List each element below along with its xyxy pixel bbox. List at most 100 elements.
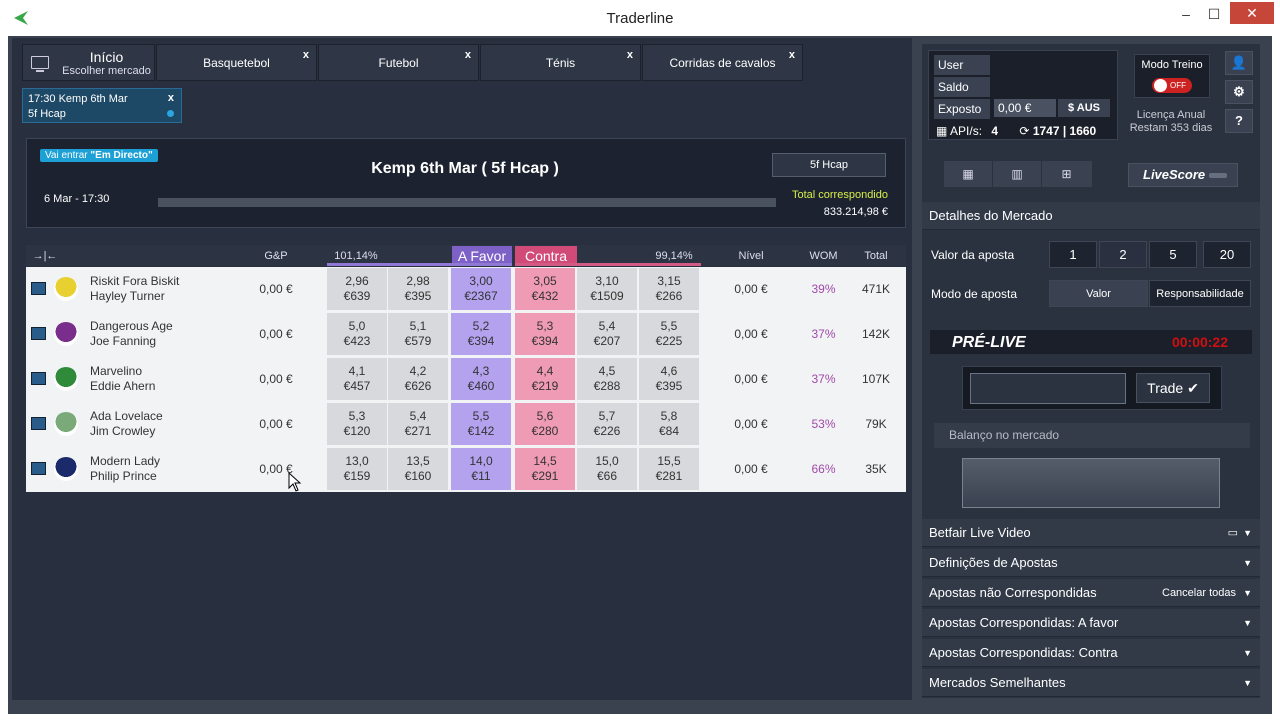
back-price-cell[interactable]: 5,0 €423 xyxy=(327,313,387,355)
tab-close-button[interactable]: x xyxy=(789,49,795,61)
runner-name[interactable]: Marvelino xyxy=(90,364,142,378)
trade-button[interactable]: Trade ✔ xyxy=(1136,373,1210,403)
back-price-cell[interactable]: 2,98 €395 xyxy=(388,268,448,310)
back-price-cell[interactable]: 2,96 €639 xyxy=(327,268,387,310)
back-price-cell[interactable]: 14,0 €11 xyxy=(451,448,511,490)
columns-view-icon[interactable]: ▥ xyxy=(993,161,1042,187)
runner-name[interactable]: Dangerous Age xyxy=(90,319,173,333)
chart-icon[interactable] xyxy=(31,282,46,295)
lay-price-cell[interactable]: 5,5 €225 xyxy=(639,313,699,355)
back-price-cell[interactable]: 5,4 €271 xyxy=(388,403,448,445)
close-window-button[interactable]: ✕ xyxy=(1230,2,1274,24)
market-select-button[interactable]: 5f Hcap xyxy=(772,153,886,177)
livescore-toggle[interactable]: LiveScore xyxy=(1128,163,1238,187)
lay-price-cell[interactable]: 14,5 €291 xyxy=(515,448,575,490)
section-unmatched-bets[interactable]: Apostas não Correspondidas Cancelar todas… xyxy=(922,579,1260,607)
tab-close-button[interactable]: x xyxy=(465,49,471,61)
tab-futebol[interactable]: Futebol x xyxy=(318,44,479,81)
section-similar-markets[interactable]: Mercados Semelhantes ▼ xyxy=(922,669,1260,697)
back-price-cell[interactable]: 5,3 €120 xyxy=(327,403,387,445)
stake-button-5[interactable]: 5 xyxy=(1149,241,1197,268)
lay-price-cell[interactable]: 3,10 €1509 xyxy=(577,268,637,310)
back-price-cell[interactable]: 5,1 €579 xyxy=(388,313,448,355)
volume: €159 xyxy=(343,469,371,483)
grid-view-icon[interactable]: ▦ xyxy=(944,161,993,187)
api-icon: ▦ xyxy=(936,124,948,138)
chip-close-button[interactable]: x xyxy=(168,92,174,104)
lay-price-cell[interactable]: 5,4 €207 xyxy=(577,313,637,355)
tab-close-button[interactable]: x xyxy=(303,49,309,61)
tab-corridas-de-cavalos[interactable]: Corridas de cavalos x xyxy=(642,44,803,81)
back-price-cell[interactable]: 5,2 €394 xyxy=(451,313,511,355)
odds: 5,8 xyxy=(660,409,678,423)
lay-price-cell[interactable]: 15,0 €66 xyxy=(577,448,637,490)
back-price-cell[interactable]: 4,3 €460 xyxy=(451,358,511,400)
user-switch-icon[interactable]: 👤 xyxy=(1225,51,1253,75)
section-matched-back[interactable]: Apostas Correspondidas: A favor ▼ xyxy=(922,609,1260,637)
section-matched-lay[interactable]: Apostas Correspondidas: Contra ▼ xyxy=(922,639,1260,667)
back-price-cell[interactable]: 3,00 €2367 xyxy=(451,268,511,310)
cancel-all-button[interactable]: Cancelar todas xyxy=(1162,579,1236,607)
odds: 4,4 xyxy=(536,364,554,378)
runner-name[interactable]: Riskit Fora Biskit xyxy=(90,274,179,288)
training-mode-toggle[interactable]: OFF xyxy=(1152,78,1192,93)
mode-responsabilidade-button[interactable]: Responsabilidade xyxy=(1149,280,1251,307)
lay-price-cell[interactable]: 15,5 €281 xyxy=(639,448,699,490)
stake-button-2[interactable]: 2 xyxy=(1099,241,1147,268)
odds: 5,3 xyxy=(536,319,554,333)
back-price-cell[interactable]: 13,5 €160 xyxy=(388,448,448,490)
lay-price-cell[interactable]: 5,8 €84 xyxy=(639,403,699,445)
profit-loss: 0,00 € xyxy=(259,417,293,431)
chart-icon[interactable] xyxy=(31,417,46,430)
section-live-video[interactable]: Betfair Live Video ▭ ▼ xyxy=(922,519,1260,547)
refresh-icon: ⟳ xyxy=(1019,124,1030,138)
jockey-name: Joe Fanning xyxy=(90,334,157,348)
tab-tenis[interactable]: Ténis x xyxy=(480,44,641,81)
license-line2: Restam 353 dias xyxy=(1129,122,1213,134)
chevron-down-icon: ▼ xyxy=(1243,558,1252,568)
chart-icon[interactable] xyxy=(31,372,46,385)
market-details-header[interactable]: Detalhes do Mercado xyxy=(922,202,1260,230)
lay-price-cell[interactable]: 5,7 €226 xyxy=(577,403,637,445)
tab-home[interactable]: Início Escolher mercado xyxy=(22,44,155,81)
live-dot-icon xyxy=(167,110,174,117)
section-bet-settings[interactable]: Definições de Apostas ▼ xyxy=(922,549,1260,577)
status-badge: Vai entrar "Em Directo" xyxy=(40,149,158,162)
stake-button-1[interactable]: 1 xyxy=(1049,241,1097,268)
level-value: 0,00 € xyxy=(734,462,768,476)
chip-line2: 5f Hcap xyxy=(28,108,66,120)
api-row: ▦ API/s: 4 ⟳ 1747 | 1660 xyxy=(936,124,1096,138)
lay-price-cell[interactable]: 4,5 €288 xyxy=(577,358,637,400)
ladder-view-icon[interactable]: ⊞ xyxy=(1042,161,1091,187)
stake-button-20[interactable]: 20 xyxy=(1203,241,1251,268)
open-market-chip[interactable]: 17:30 Kemp 6th Mar 5f Hcap x xyxy=(22,88,182,123)
runner-name[interactable]: Ada Lovelace xyxy=(90,409,163,423)
chart-icon[interactable] xyxy=(31,462,46,475)
back-price-cell[interactable]: 13,0 €159 xyxy=(327,448,387,490)
lay-price-cell[interactable]: 4,4 €219 xyxy=(515,358,575,400)
lay-price-cell[interactable]: 5,3 €394 xyxy=(515,313,575,355)
lay-price-cell[interactable]: 3,15 €266 xyxy=(639,268,699,310)
mouse-cursor-icon xyxy=(288,472,302,492)
trade-input[interactable] xyxy=(970,373,1126,404)
maximize-button[interactable]: ☐ xyxy=(1200,6,1228,26)
chart-icon[interactable] xyxy=(31,327,46,340)
lay-price-cell[interactable]: 5,6 €280 xyxy=(515,403,575,445)
column-toggle-icon[interactable]: →|← xyxy=(30,250,60,262)
lay-price-cell[interactable]: 3,05 €432 xyxy=(515,268,575,310)
tab-basquetebol[interactable]: Basquetebol x xyxy=(156,44,317,81)
help-icon[interactable]: ? xyxy=(1225,109,1253,133)
currency-button[interactable]: $ AUS xyxy=(1058,99,1110,117)
lay-price-cell[interactable]: 4,6 €395 xyxy=(639,358,699,400)
back-price-cell[interactable]: 5,5 €142 xyxy=(451,403,511,445)
odds: 5,0 xyxy=(348,319,366,333)
tab-close-button[interactable]: x xyxy=(627,49,633,61)
gear-icon[interactable]: ⚙ xyxy=(1225,80,1253,104)
chip-line1: 17:30 Kemp 6th Mar xyxy=(28,93,128,105)
back-price-cell[interactable]: 4,1 €457 xyxy=(327,358,387,400)
runner-name[interactable]: Modern Lady xyxy=(90,454,160,468)
back-price-cell[interactable]: 4,2 €626 xyxy=(388,358,448,400)
mode-valor-button[interactable]: Valor xyxy=(1049,280,1148,307)
monitor-icon xyxy=(31,56,49,72)
minimize-button[interactable]: – xyxy=(1172,6,1200,26)
